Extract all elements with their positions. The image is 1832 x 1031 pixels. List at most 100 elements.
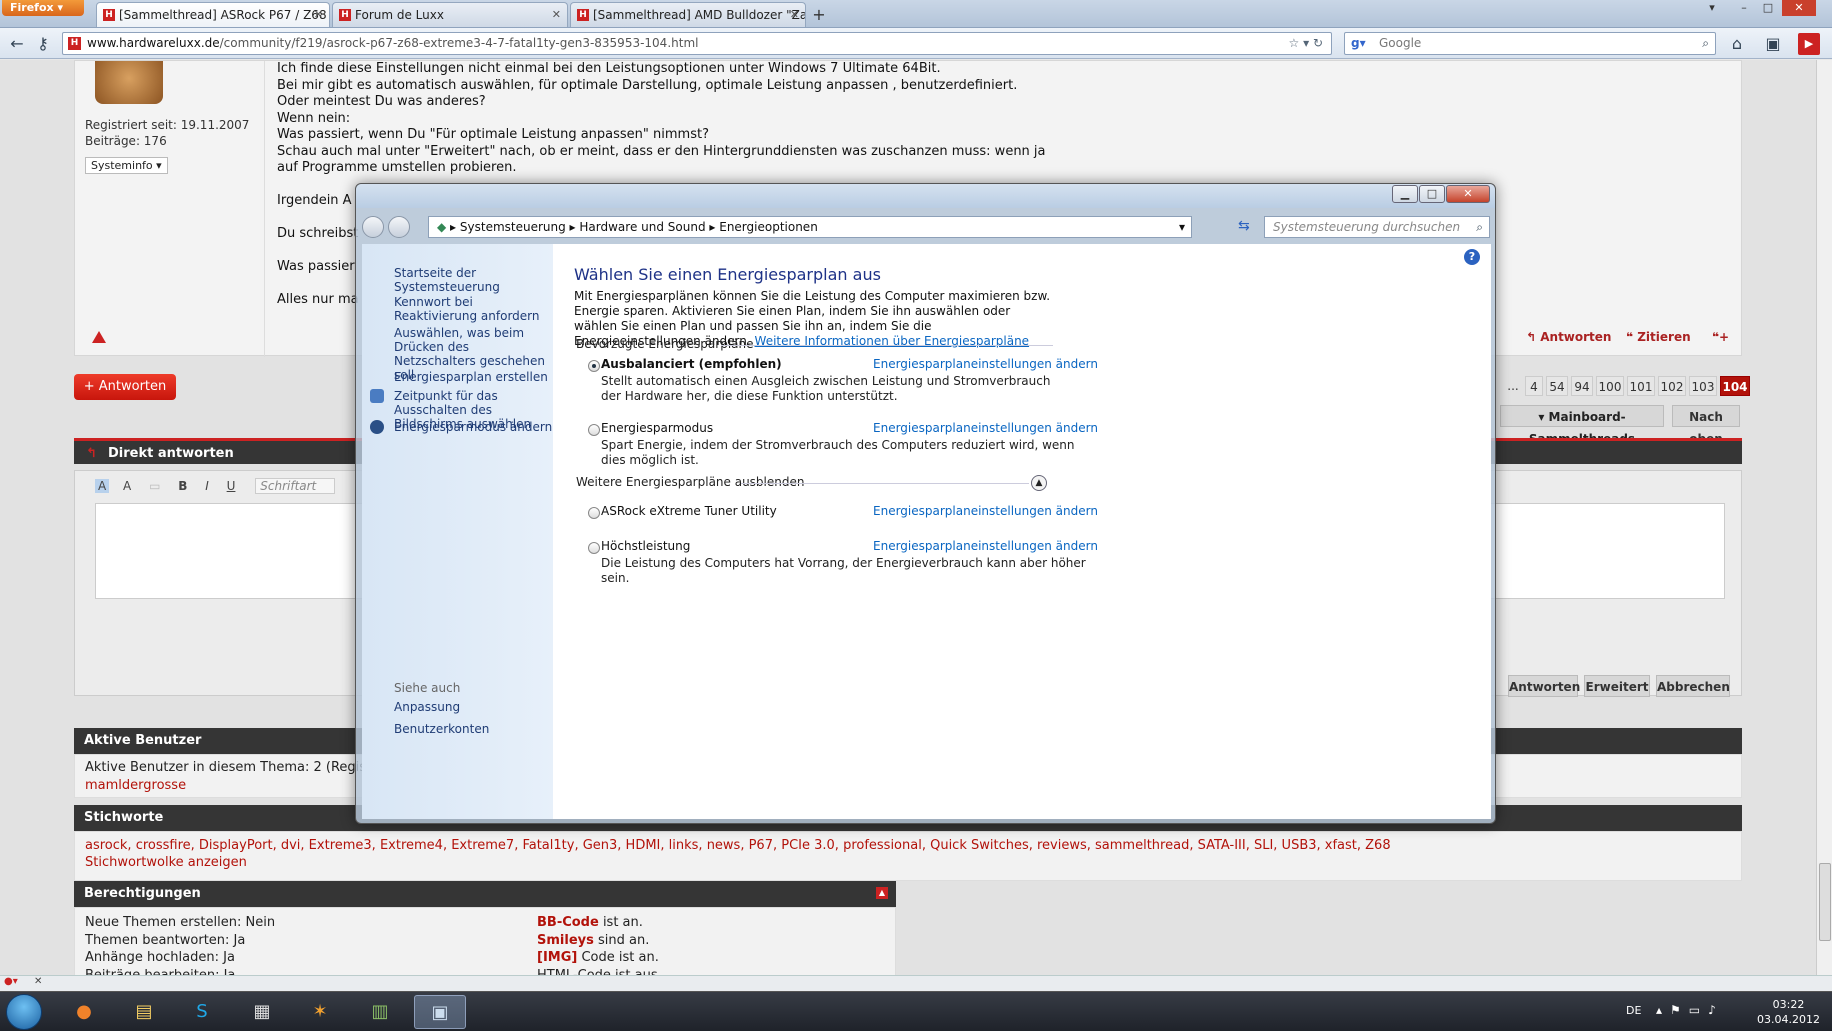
start-button[interactable] [6, 994, 42, 1030]
reply-post-link[interactable]: ↰ Antworten [1526, 330, 1611, 344]
maximize-icon[interactable]: □ [1756, 0, 1780, 16]
abp-icon[interactable]: ●▾ [4, 976, 18, 987]
bold-button[interactable]: B [178, 479, 187, 493]
search-input[interactable]: Systemsteuerung durchsuchen ⌕ [1264, 216, 1490, 238]
tray-icons[interactable]: ▴⚑▭♪ [1656, 1003, 1724, 1017]
advanced-button[interactable]: Erweitert [1584, 675, 1650, 697]
italic-button[interactable]: I [205, 479, 209, 493]
change-settings-power-saver-link[interactable]: Energiesparplaneinstellungen ändern [873, 421, 1098, 435]
quote-post-link[interactable]: ❝ Zitieren [1626, 330, 1691, 344]
page-link[interactable]: 54 [1546, 376, 1568, 396]
new-tab-button[interactable]: + [808, 4, 830, 26]
avatar[interactable] [95, 61, 163, 104]
refresh-icon[interactable]: ⇆ [1238, 218, 1250, 234]
page-link[interactable]: 100 [1596, 376, 1624, 396]
breadcrumb-systemsteuerung[interactable]: Systemsteuerung [460, 220, 566, 234]
sidebar-link-home[interactable]: Startseite der Systemsteuerung [394, 266, 554, 294]
help-icon[interactable]: ? [1464, 249, 1480, 265]
page-link[interactable]: 102 [1658, 376, 1686, 396]
breadcrumb-energieoptionen[interactable]: Energieoptionen [719, 220, 818, 234]
close-addon-bar-icon[interactable]: ✕ [34, 976, 42, 987]
tab-forum-de-luxx[interactable]: H Forum de Luxx ✕ [332, 2, 568, 27]
scrollbar-thumb[interactable] [1819, 863, 1831, 941]
control-panel-taskbar-icon[interactable]: ▣ [414, 995, 466, 1029]
permission-link[interactable]: Smileys [537, 933, 594, 948]
tab-list-icon[interactable]: ▾ [1700, 0, 1724, 16]
mainboard-threads-dropdown[interactable]: ▾ Mainboard-Sammelthreads [1500, 405, 1664, 446]
explorer-folder-icon[interactable]: ▤ [118, 995, 170, 1029]
radio-power-saver[interactable] [588, 424, 600, 436]
font-select[interactable]: Schriftart [255, 478, 336, 494]
search-icon[interactable]: ⌕ [1702, 33, 1709, 54]
home-icon[interactable]: ⌂ [1726, 33, 1748, 55]
tags-list[interactable]: asrock, crossfire, DisplayPort, dvi, Ext… [85, 837, 1731, 854]
plan-name-balanced[interactable]: Ausbalanciert (empfohlen) [601, 357, 782, 371]
close-tab-icon[interactable]: ✕ [314, 3, 323, 27]
url-bar[interactable]: H www.hardwareluxx.de/community/f219/asr… [62, 32, 1332, 55]
chevron-down-icon[interactable]: ▾ [1179, 217, 1185, 237]
back-arrow-icon[interactable]: ← [6, 33, 28, 55]
page-link[interactable]: 104 [1720, 376, 1750, 396]
page-link[interactable]: 94 [1571, 376, 1593, 396]
page-link[interactable]: 103 [1689, 376, 1717, 396]
tag-cloud-link[interactable]: Stichwortwolke anzeigen [85, 854, 1731, 871]
firefox-menu-button[interactable]: Firefox ▾ [2, 0, 84, 16]
permission-link[interactable]: BB-Code [537, 915, 599, 930]
permission-link[interactable]: [IMG] [537, 950, 577, 965]
new-reply-button[interactable]: + Antworten [74, 374, 176, 400]
report-warning-icon[interactable] [92, 331, 106, 343]
collapse-icon[interactable]: ▲ [876, 887, 888, 899]
remove-format-icon[interactable]: ▭ [149, 479, 160, 493]
change-settings-asrock-link[interactable]: Energiesparplaneinstellungen ändern [873, 504, 1098, 518]
app-monitor-icon[interactable]: ▦ [236, 995, 288, 1029]
back-to-top-button[interactable]: Nach oben [1672, 405, 1740, 446]
tab-asrock-thread[interactable]: H [Sammelthread] ASRock P67 / Z68 Ext...… [96, 2, 330, 27]
breadcrumb[interactable]: ◆ ▸ Systemsteuerung ▸ Hardware und Sound… [428, 216, 1192, 238]
cancel-button[interactable]: Abbrechen [1656, 675, 1730, 697]
active-user-link[interactable]: mamldergrosse [85, 778, 186, 793]
systeminfo-dropdown[interactable]: Systeminfo ▾ [85, 157, 168, 174]
maximize-icon[interactable]: □ [1419, 185, 1445, 203]
hide-plans-label[interactable]: Weitere Energiesparpläne ausblenden [576, 475, 804, 489]
underline-button[interactable]: U [227, 479, 236, 493]
tab-amd-bulldozer[interactable]: H [Sammelthread] AMD Bulldozer "Za... ✕ [570, 2, 806, 27]
clock[interactable]: 03:22 03.04.2012 [1757, 997, 1820, 1027]
page-link[interactable]: 101 [1627, 376, 1655, 396]
sidebar-link-sleep[interactable]: Energiesparmodus ändern [394, 420, 554, 434]
skype-icon[interactable]: S [176, 995, 228, 1029]
plan-name-asrock-tuner[interactable]: ASRock eXtreme Tuner Utility [601, 504, 777, 518]
close-tab-icon[interactable]: ✕ [552, 3, 561, 27]
change-settings-high-performance-link[interactable]: Energiesparplaneinstellungen ändern [873, 539, 1098, 553]
sidebar-link-create-plan[interactable]: Energiesparplan erstellen [394, 370, 554, 384]
sidebar-link-password[interactable]: Kennwort bei Reaktivierung anfordern [394, 295, 554, 323]
search-box[interactable]: g▾ Google ⌕ [1344, 32, 1716, 55]
addons-icon[interactable]: ▣ [1762, 33, 1784, 55]
minimize-icon[interactable]: ▁ [1392, 185, 1418, 203]
multiquote-icon[interactable]: ❝+ [1712, 330, 1729, 344]
app-window-icon[interactable]: ▥ [354, 995, 406, 1029]
radio-balanced[interactable] [588, 360, 600, 372]
font-style-icon[interactable]: A [123, 479, 131, 493]
page-scrollbar[interactable] [1816, 60, 1832, 975]
submit-reply-button[interactable]: Antworten [1508, 675, 1580, 697]
page-link[interactable]: 4 [1525, 376, 1543, 396]
back-arrow-icon[interactable] [362, 216, 384, 238]
search-icon[interactable]: ⌕ [1476, 217, 1483, 237]
font-color-icon[interactable]: A [95, 479, 110, 493]
plan-name-power-saver[interactable]: Energiesparmodus [601, 421, 713, 435]
collapse-chevron-icon[interactable]: ▲ [1031, 475, 1047, 491]
close-window-icon[interactable]: ✕ [1782, 0, 1816, 16]
close-icon[interactable]: ✕ [1446, 185, 1490, 203]
change-settings-balanced-link[interactable]: Energiesparplaneinstellungen ändern [873, 357, 1098, 371]
addon-red-icon[interactable]: ▶ [1798, 33, 1820, 55]
radio-high-performance[interactable] [588, 542, 600, 554]
forward-arrow-icon[interactable] [388, 216, 410, 238]
plan-name-high-performance[interactable]: Höchstleistung [601, 539, 690, 553]
close-tab-icon[interactable]: ✕ [790, 3, 799, 27]
minimize-icon[interactable]: – [1732, 0, 1756, 16]
radio-asrock-tuner[interactable] [588, 507, 600, 519]
see-also-user-accounts[interactable]: Benutzerkonten [394, 722, 554, 736]
breadcrumb-hardware-sound[interactable]: Hardware und Sound [579, 220, 705, 234]
see-also-personalization[interactable]: Anpassung [394, 700, 554, 714]
app-tool-icon[interactable]: ✶ [294, 995, 346, 1029]
